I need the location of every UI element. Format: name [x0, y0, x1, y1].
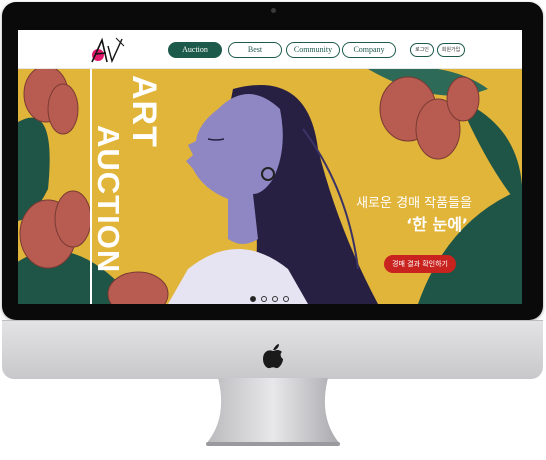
carousel-dot[interactable] [261, 296, 267, 302]
carousel-dot[interactable] [272, 296, 278, 302]
view-results-button[interactable]: 경매 결과 확인하기 [384, 255, 456, 273]
nav-community[interactable]: Community [286, 42, 340, 58]
carousel-dot[interactable] [283, 296, 289, 302]
monitor-stand [206, 378, 340, 446]
signup-button[interactable]: 회원가입 [437, 43, 465, 57]
nav-company[interactable]: Company [342, 42, 396, 58]
login-button[interactable]: 로그인 [410, 43, 434, 57]
hero-subheadline: ‘한 눈에’ [406, 215, 468, 234]
nav-best[interactable]: Best [228, 42, 282, 58]
apple-logo-icon [263, 344, 283, 369]
camera-icon [271, 8, 276, 13]
screen: Auction Best Community Company 로그인 회원가입 [18, 30, 522, 304]
carousel-dot[interactable] [250, 296, 256, 302]
hero-title-auction: AUCTION [91, 125, 126, 274]
site-header: Auction Best Community Company 로그인 회원가입 [18, 30, 522, 69]
monitor-chin [2, 320, 543, 379]
hero-title-art: ART [125, 75, 163, 148]
imac-device: Auction Best Community Company 로그인 회원가입 [0, 0, 546, 460]
nav-auction[interactable]: Auction [168, 42, 222, 58]
site-logo[interactable] [82, 36, 126, 64]
hero-headline: 새로운 경매 작품들을 [356, 196, 472, 211]
carousel-indicators [250, 289, 294, 302]
